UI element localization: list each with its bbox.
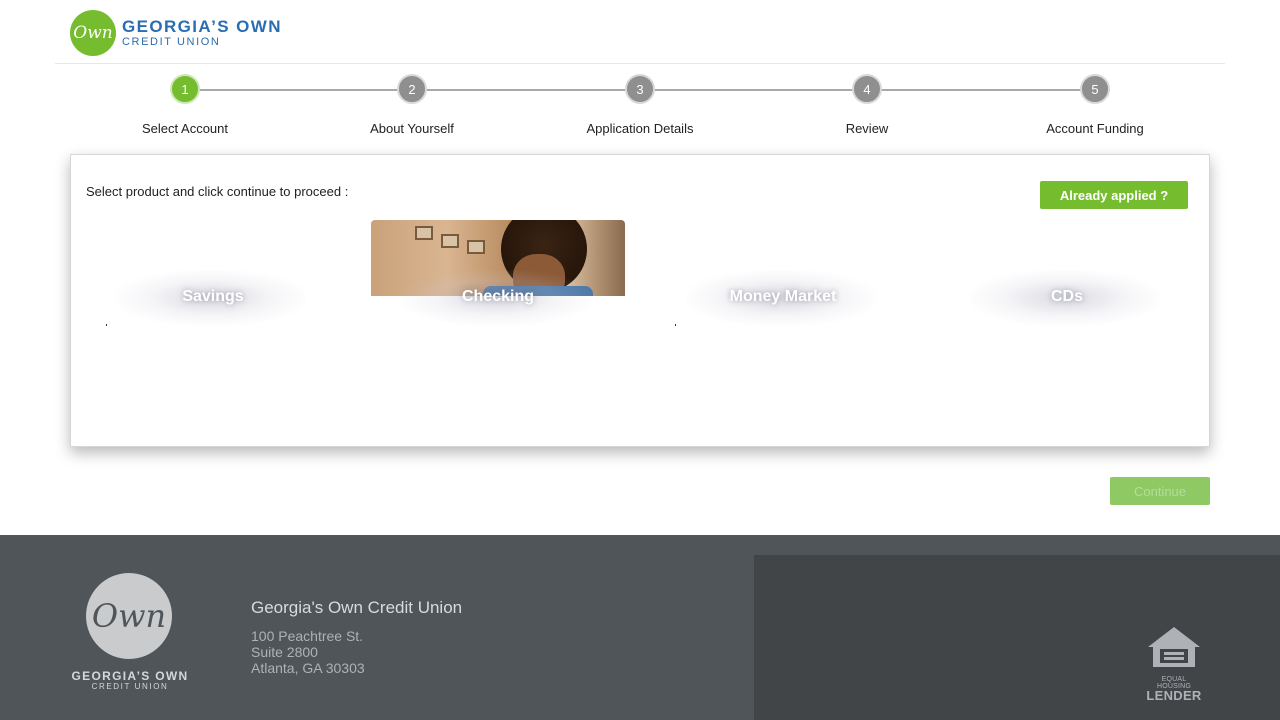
logo-text: GEORGIA’S OWN CREDIT UNION [122,16,282,49]
site-header: Own GEORGIA’S OWN CREDIT UNION [55,0,1225,64]
product-label: Money Market [729,288,837,305]
product-tile-checking[interactable]: Checking [371,220,625,327]
step-number: 1 [170,74,200,104]
photo-wall-frame [441,234,459,248]
step-number: 4 [852,74,882,104]
footer-org-name: Georgia's Own Credit Union [251,598,463,617]
product-tile-money-market[interactable]: Money Market [656,220,910,327]
photo-wall-frame [415,226,433,240]
step-number: 3 [625,74,655,104]
logo-mark: Own [70,10,116,56]
logo-line-1: GEORGIA’S OWN [122,16,282,36]
tile-edge-mark [675,324,676,326]
step-label: Application Details [586,121,694,136]
progress-stepper: 1 Select Account 2 About Yourself 3 Appl… [70,74,1210,144]
product-tile-savings[interactable]: Savings [86,220,340,327]
product-selection-card: Select product and click continue to pro… [70,154,1210,447]
card-instructions: Select product and click continue to pro… [86,184,349,199]
product-label: Savings [182,288,244,305]
footer-logo-line-1: GEORGIA’S OWN [71,669,189,683]
continue-button[interactable]: Continue [1110,477,1210,505]
equal-housing-house-icon [1148,627,1200,667]
ehl-line-2: LENDER [1146,688,1202,703]
footer-address-line-3: Atlanta, GA 30303 [251,660,365,676]
step-number: 5 [1080,74,1110,104]
footer-address-line-1: 100 Peachtree St. [251,628,364,644]
georgias-own-logo[interactable]: Own GEORGIA’S OWN CREDIT UNION [70,10,282,56]
equal-housing-lender-badge: EQUAL HOUSING LENDER [1144,625,1204,702]
footer-logo-mark: Own [86,573,172,659]
footer-address-line-2: Suite 2800 [251,644,318,660]
step-label: Select Account [142,121,228,136]
step-label: Review [845,121,889,136]
application-page: Own GEORGIA’S OWN CREDIT UNION 1 Select … [0,0,1280,720]
step-label: Account Funding [1046,121,1144,136]
photo-wall-frame [467,240,485,254]
product-tile-cds[interactable]: CDs [940,220,1194,327]
already-applied-button[interactable]: Already applied ? [1040,181,1188,209]
step-account-funding: 5 Account Funding [985,74,1205,136]
step-review: 4 Review [757,74,977,136]
site-footer: Own GEORGIA’S OWN CREDIT UNION Georgia's… [0,535,1280,720]
product-label: Checking [461,288,534,305]
tile-edge-mark [106,324,107,326]
logo-line-2: CREDIT UNION [122,35,221,48]
footer-logo-line-2: CREDIT UNION [91,682,169,691]
step-label: About Yourself [370,121,454,136]
product-label: CDs [1050,288,1083,305]
step-number: 2 [397,74,427,104]
step-application-details: 3 Application Details [530,74,750,136]
step-select-account: 1 Select Account [75,74,295,136]
step-about-yourself: 2 About Yourself [302,74,522,136]
